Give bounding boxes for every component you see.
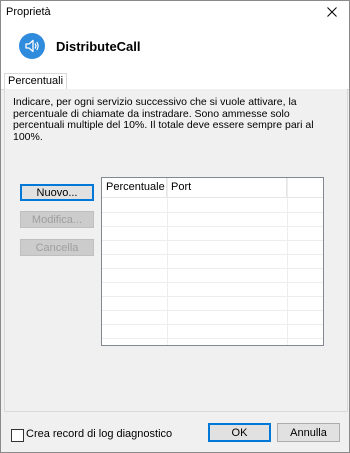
- tab-percentuali[interactable]: Percentuali: [4, 73, 68, 90]
- grid-line: [102, 282, 323, 283]
- grid-line: [102, 324, 323, 325]
- edit-button[interactable]: Modifica...: [20, 211, 94, 228]
- properties-dialog: Proprietà DistributeCall Percentuali Ind…: [0, 0, 350, 453]
- grid-line: [102, 226, 323, 227]
- grid-line: [102, 240, 323, 241]
- diagnostic-log-label: Crea record di log diagnostico: [26, 428, 173, 440]
- description-text: Indicare, per ogni servizio successivo c…: [13, 96, 314, 143]
- grid-line: [102, 254, 323, 255]
- grid-line: [102, 268, 323, 269]
- ok-button[interactable]: OK: [208, 423, 271, 442]
- grid-line: [102, 310, 323, 311]
- close-icon: [327, 7, 337, 17]
- dialog-header: DistributeCall: [1, 23, 349, 71]
- title-bar: Proprietà: [1, 1, 349, 23]
- cancel-button[interactable]: Annulla: [277, 423, 340, 442]
- tab-strip: Percentuali: [1, 71, 349, 90]
- column-header-percentuale[interactable]: Percentuale: [102, 178, 167, 197]
- grid-line: [102, 338, 323, 339]
- app-title: DistributeCall: [56, 39, 141, 54]
- table-header: Percentuale Port: [102, 178, 323, 198]
- column-header-port[interactable]: Port: [167, 178, 287, 197]
- close-button[interactable]: [315, 1, 349, 23]
- grid-line: [102, 212, 323, 213]
- speaker-icon: [19, 33, 45, 59]
- grid-line: [287, 178, 288, 345]
- new-button[interactable]: Nuovo...: [20, 184, 94, 201]
- grid-line: [167, 178, 168, 345]
- window-title: Proprietà: [6, 6, 51, 18]
- delete-button[interactable]: Cancella: [20, 239, 94, 256]
- grid-line: [102, 296, 323, 297]
- diagnostic-log-checkbox[interactable]: [11, 429, 24, 442]
- percentages-table[interactable]: Percentuale Port: [101, 177, 324, 346]
